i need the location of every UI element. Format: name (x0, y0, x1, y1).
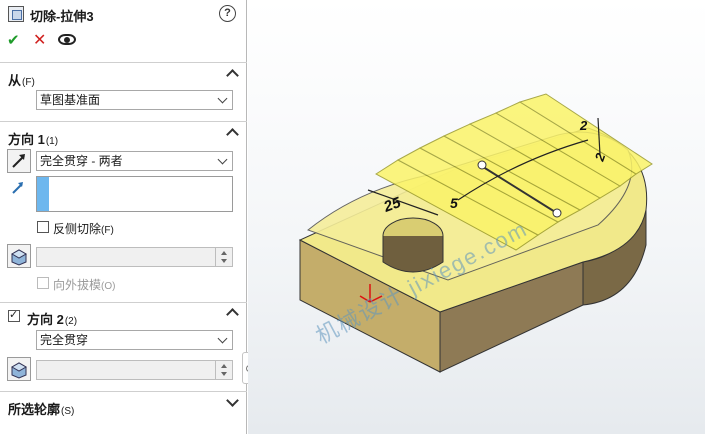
flip-side-label: 反侧切除(F) (53, 222, 114, 236)
reverse-direction-icon (12, 154, 25, 168)
cancel-icon[interactable]: ✕ (33, 30, 46, 50)
separator (0, 121, 247, 122)
draft-outward-checkbox[interactable] (37, 277, 49, 289)
selection-highlight (37, 177, 49, 211)
direction2-checkbox[interactable] (8, 308, 20, 322)
cut-extrude-icon (8, 6, 24, 22)
from-select-value: 草图基准面 (40, 93, 101, 107)
dimension-label[interactable]: 5 (450, 195, 458, 211)
chevron-down-icon (217, 93, 228, 104)
graphics-viewport[interactable]: 25 5 2 2 机械设计 jixiege.com (248, 0, 705, 434)
direction-selection-box[interactable] (36, 176, 233, 212)
direction1-end-condition-value: 完全贯穿 - 两者 (40, 154, 123, 168)
feature-title-row: 切除-拉伸3 ? (0, 0, 247, 28)
collapse-caret-icon[interactable] (226, 308, 239, 321)
sketch-point (477, 160, 487, 170)
help-icon[interactable]: ? (219, 5, 236, 22)
eye-icon[interactable] (58, 34, 76, 45)
collapse-caret-icon[interactable] (226, 69, 239, 82)
draft-toggle-button[interactable] (7, 244, 31, 268)
spinner-buttons[interactable] (215, 361, 232, 379)
flip-side-checkbox[interactable] (37, 221, 49, 233)
model-view: 25 5 2 2 (298, 93, 653, 373)
chevron-down-icon (217, 154, 228, 165)
chevron-down-icon (217, 333, 228, 344)
reverse-direction-button[interactable] (7, 149, 31, 173)
from-section-title: 从(F) (8, 73, 35, 88)
action-row: ✔ ✕ (0, 30, 247, 52)
dimension-label[interactable]: 2 (579, 118, 588, 133)
from-section-header[interactable]: 从(F) (0, 68, 247, 88)
draft-outward-label: 向外拔模(O) (53, 278, 116, 292)
draft2-toggle-button[interactable] (7, 357, 31, 381)
direction2-end-condition-select[interactable]: 完全贯穿 (36, 330, 233, 350)
direction-arrow-icon (12, 182, 23, 194)
separator (0, 62, 247, 63)
draft-angle-spinner[interactable] (36, 247, 233, 267)
collapse-caret-icon[interactable] (226, 128, 239, 141)
property-manager: 切除-拉伸3 ? ✔ ✕ 从(F) 草图基准面 方向 1(1) 完全贯穿 - 两… (0, 0, 247, 434)
direction1-section-header[interactable]: 方向 1(1) (0, 127, 247, 147)
direction2-section-header[interactable]: 方向 2(2) (0, 307, 247, 327)
direction2-end-condition-value: 完全贯穿 (40, 333, 89, 347)
direction1-end-condition-select[interactable]: 完全贯穿 - 两者 (36, 151, 233, 171)
draft-icon (10, 249, 28, 266)
direction2-section-title: 方向 2(2) (27, 312, 78, 327)
spinner-buttons[interactable] (215, 248, 232, 266)
sketch-point (552, 208, 562, 218)
direction1-section-title: 方向 1(1) (8, 132, 59, 147)
from-select[interactable]: 草图基准面 (36, 90, 233, 110)
selected-contours-section-header[interactable]: 所选轮廓(S) (0, 394, 247, 417)
selected-contours-title: 所选轮廓(S) (8, 402, 75, 417)
separator (0, 302, 247, 303)
draft-icon (10, 362, 28, 379)
draft2-angle-spinner[interactable] (36, 360, 233, 380)
feature-title: 切除-拉伸3 (30, 9, 94, 24)
expand-caret-icon[interactable] (226, 394, 239, 407)
separator (0, 391, 247, 392)
ok-icon[interactable]: ✔ (7, 31, 20, 49)
